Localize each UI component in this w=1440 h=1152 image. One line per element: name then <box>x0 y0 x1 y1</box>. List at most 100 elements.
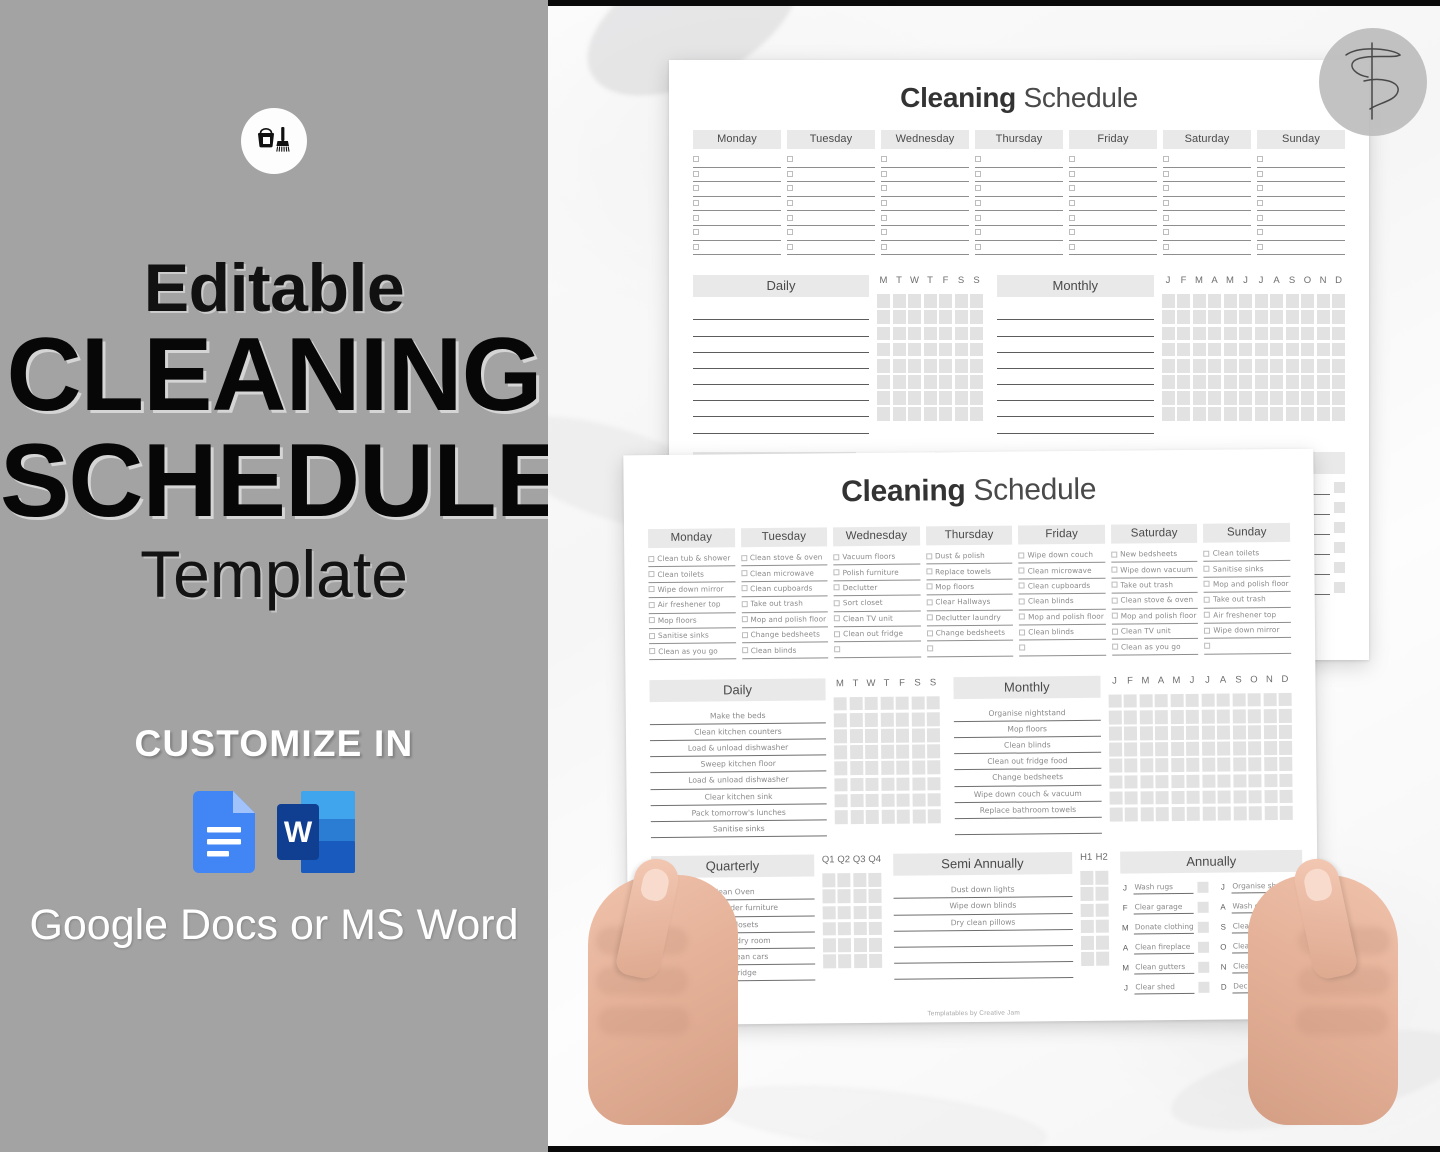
tracker-cell[interactable] <box>1254 342 1268 357</box>
weekday-task-row[interactable] <box>1163 241 1251 256</box>
tracker-cell[interactable] <box>1177 326 1190 341</box>
tracker-cell[interactable] <box>1124 807 1138 822</box>
tracker-cell[interactable] <box>1201 774 1215 789</box>
tracker-cell[interactable] <box>1316 326 1330 341</box>
tracker-cell[interactable] <box>868 873 882 887</box>
tracker-cell[interactable] <box>1201 709 1215 724</box>
tracker-cell[interactable] <box>1233 806 1247 821</box>
tracker-cell[interactable] <box>1095 919 1109 934</box>
tracker-cell[interactable] <box>1334 542 1345 554</box>
tracker-cell[interactable] <box>896 761 910 775</box>
tracker-cell[interactable] <box>1185 709 1199 724</box>
weekday-task-row[interactable]: Clean TV unit <box>833 611 921 628</box>
weekday-task-row[interactable]: Clean stove & oven <box>1111 592 1199 610</box>
tracker-cell[interactable] <box>838 954 852 969</box>
tracker-cell[interactable] <box>1278 708 1292 723</box>
tracker-cell[interactable] <box>1285 407 1299 422</box>
tracker-cell[interactable] <box>864 696 878 711</box>
weekday-task-row[interactable] <box>787 168 875 183</box>
tracker-cell[interactable] <box>1192 326 1206 341</box>
weekday-task-row[interactable] <box>975 182 1063 197</box>
tracker-cell[interactable] <box>853 937 867 952</box>
tracker-cell[interactable] <box>1270 358 1283 373</box>
tracker-cell[interactable] <box>908 310 921 324</box>
tracker-cell[interactable] <box>939 310 952 324</box>
tracker-cell[interactable] <box>908 326 921 341</box>
weekday-task-row[interactable]: Clean blinds <box>1018 593 1106 611</box>
annually-task-row[interactable]: N Clean windows <box>1219 959 1304 974</box>
tracker-cell[interactable] <box>954 326 968 341</box>
tracker-cell[interactable] <box>864 712 878 727</box>
tracker-cell[interactable] <box>1139 758 1153 773</box>
tracker-cell[interactable] <box>896 777 910 791</box>
tracker-cell[interactable] <box>1254 375 1268 389</box>
weekday-task-row[interactable] <box>1163 153 1251 168</box>
checkbox-icon[interactable] <box>1257 243 1263 250</box>
tracker-cell[interactable] <box>1301 326 1314 341</box>
weekday-task-row[interactable]: Clean as you go <box>649 643 736 660</box>
checkbox-icon[interactable] <box>1257 200 1263 207</box>
annually-task-row[interactable]: J Clear shed <box>1121 980 1210 995</box>
tracker-cell[interactable] <box>1217 806 1231 821</box>
weekday-task-row[interactable]: Mop floors <box>648 612 736 630</box>
weekday-task-row[interactable] <box>693 197 781 212</box>
tracker-cell[interactable] <box>880 745 894 759</box>
checkbox-icon[interactable] <box>787 185 793 192</box>
tracker-cell[interactable] <box>880 712 894 727</box>
tracker-cell[interactable] <box>1232 725 1246 740</box>
tracker-cell[interactable] <box>908 391 921 405</box>
weekday-task-row[interactable]: Clean as you go <box>1111 639 1199 656</box>
tracker-cell[interactable] <box>1278 692 1292 707</box>
checkbox-icon[interactable] <box>741 647 748 654</box>
semi-annually-task-row[interactable] <box>894 962 1073 981</box>
tracker-cell[interactable] <box>834 745 848 760</box>
tracker-cell[interactable] <box>912 809 926 824</box>
tracker-cell[interactable] <box>1248 757 1262 772</box>
tracker-cell[interactable] <box>1177 375 1190 389</box>
weekday-task-row[interactable] <box>1069 168 1157 183</box>
tracker-cell[interactable] <box>926 712 940 726</box>
tracker-cell[interactable] <box>1186 742 1200 756</box>
tracker-cell[interactable] <box>1334 482 1345 494</box>
daily-task-row[interactable]: Pack tomorrow's lunches <box>650 804 827 823</box>
checkbox-icon[interactable] <box>1019 629 1026 636</box>
weekday-task-row[interactable]: Sort closet <box>833 595 921 612</box>
checkbox-icon[interactable] <box>648 555 655 562</box>
checkbox-icon[interactable] <box>1019 613 1026 620</box>
tracker-cell[interactable] <box>1197 921 1209 933</box>
tracker-cell[interactable] <box>1292 940 1304 952</box>
checkbox-icon[interactable] <box>1018 567 1025 574</box>
tracker-cell[interactable] <box>1279 805 1293 820</box>
weekday-task-row[interactable] <box>1257 241 1345 256</box>
weekday-task-row[interactable]: Clean toilets <box>1203 545 1291 563</box>
tracker-cell[interactable] <box>1223 294 1237 308</box>
tracker-cell[interactable] <box>895 728 910 743</box>
tracker-cell[interactable] <box>880 777 895 792</box>
tracker-cell[interactable] <box>868 889 882 904</box>
tracker-cell[interactable] <box>1185 693 1199 708</box>
tracker-cell[interactable] <box>939 407 952 422</box>
tracker-cell[interactable] <box>939 391 952 405</box>
tracker-cell[interactable] <box>954 294 968 308</box>
weekday-task-row[interactable] <box>881 153 969 168</box>
checkbox-icon[interactable] <box>1018 598 1026 605</box>
weekday-task-row[interactable]: Polish furniture <box>833 564 921 582</box>
tracker-cell[interactable] <box>1139 774 1154 789</box>
tracker-cell[interactable] <box>850 810 864 824</box>
weekday-task-row[interactable] <box>975 153 1063 168</box>
tracker-cell[interactable] <box>834 777 848 792</box>
tracker-cell[interactable] <box>1217 757 1231 772</box>
daily-task-row[interactable]: Clean kitchen counters <box>649 723 827 742</box>
weekday-task-row[interactable]: Take out trash <box>1111 577 1199 594</box>
tracker-cell[interactable] <box>923 375 937 389</box>
tracker-cell[interactable] <box>923 358 937 373</box>
monthly-task-row[interactable] <box>997 337 1154 353</box>
tracker-cell[interactable] <box>1248 773 1262 788</box>
tracker-cell[interactable] <box>877 358 890 373</box>
weekday-task-row[interactable] <box>1163 168 1251 183</box>
weekday-task-row[interactable]: Clean tub & shower <box>648 551 735 568</box>
tracker-cell[interactable] <box>1223 358 1237 373</box>
tracker-cell[interactable] <box>895 712 909 727</box>
weekday-task-row[interactable]: Clean microwave <box>740 565 828 582</box>
tracker-cell[interactable] <box>1301 342 1314 357</box>
